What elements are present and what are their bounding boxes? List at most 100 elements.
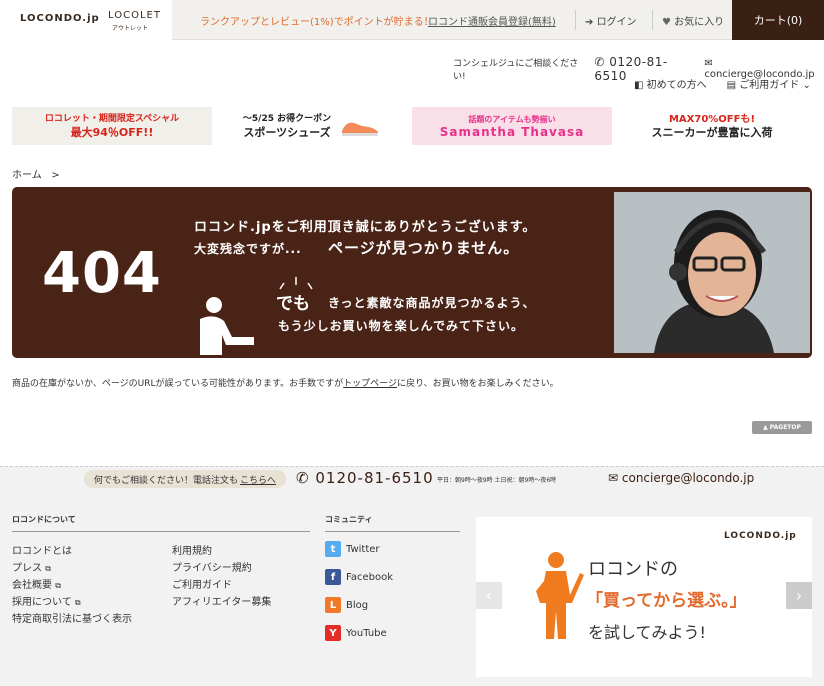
community-blog[interactable]: L Blog (325, 597, 368, 613)
banner-sports-shoes[interactable]: 〜5/25 お得クーポン スポーツシューズ (212, 107, 412, 145)
carousel-logo: LOCONDO.jp (724, 531, 797, 541)
community-label: Facebook (346, 571, 393, 583)
error-code: 404 (42, 241, 162, 306)
community-twitter[interactable]: t Twitter (325, 541, 380, 557)
footer-link-careers[interactable]: 採用について ⧉ (12, 593, 81, 608)
carousel-line-3: を試してみよう! (588, 623, 706, 642)
favorites-label: お気に入り (674, 17, 725, 28)
cart-button[interactable]: カート(0) (732, 0, 824, 40)
guide-links: ◧ 初めての方へ ▤ ご利用ガイド ⌄ (634, 76, 811, 91)
footer-mail[interactable]: ✉ concierge@locondo.jp (608, 471, 754, 485)
user-guide-label: ご利用ガイド (739, 80, 800, 91)
not-found-message: 商品の在庫がないか、ページのURLが誤っている可能性があります。お手数ですがトッ… (12, 376, 559, 389)
heart-icon: ♥ (662, 17, 675, 28)
person-at-desk-icon (200, 297, 254, 355)
chevron-right-icon: › (795, 586, 803, 605)
footer-link-press[interactable]: プレス ⧉ (12, 559, 51, 574)
footer-link-label: プレス (12, 563, 42, 574)
first-time-link[interactable]: ◧ 初めての方へ (634, 76, 707, 91)
carousel-line-1: ロコンドの (588, 559, 678, 580)
community-label: Blog (346, 599, 369, 611)
footer-link-label: 会社概要 (12, 580, 52, 591)
error-demo: でも (276, 294, 310, 314)
top-page-link[interactable]: トップページ (343, 379, 397, 389)
footer-call-text: 何でもご相談ください！電話注文も (94, 475, 239, 486)
error-line-2b: ページが見つかりません。 (328, 239, 520, 257)
locolet-logo[interactable]: LOCOLET (108, 10, 161, 21)
banner-sneakers[interactable]: MAX70%OFFも! スニーカーが豊富に入荷 (612, 107, 812, 145)
community-label: YouTube (346, 627, 387, 639)
footer-call-banner: 何でもご相談ください！電話注文も こちらへ (84, 470, 287, 488)
footer-link-privacy[interactable]: プライバシー規約 (172, 559, 252, 574)
carousel-line-2: 「買ってから選ぶ。」 (586, 591, 747, 611)
favorites-link[interactable]: ♥ お気に入り (662, 13, 724, 28)
footer-link-about[interactable]: ロコンドとは (12, 542, 72, 557)
mail-icon: ✉ (608, 471, 619, 485)
divider (652, 10, 653, 30)
top-bar: LOCONDO.jp LOCOLET アウトレット ランクアップとレビュー(1%… (0, 0, 824, 40)
banner-line: ロコレット・期間限定スペシャル (44, 114, 180, 124)
breadcrumb-separator: > (51, 170, 60, 181)
person-figure-icon (536, 552, 584, 639)
banner-samantha-thavasa[interactable]: 話題のアイテムも勢揃い Samantha Thavasa (412, 107, 612, 145)
concierge-label: コンシェルジュにご相談ください! (453, 59, 579, 82)
error-line-2a: 大変残念ですが... (194, 242, 302, 256)
external-link-icon: ⧉ (74, 598, 81, 607)
footer-phone-text: 0120-81-6510 (315, 469, 434, 487)
message-text: 商品の在庫がないか、ページのURLが誤っている可能性があります。お手数ですが (12, 379, 344, 389)
phone-order-link[interactable]: こちらへ (240, 473, 276, 486)
operator-illustration (614, 192, 810, 353)
user-guide-link[interactable]: ▤ ご利用ガイド ⌄ (727, 76, 811, 91)
facebook-icon: f (325, 569, 341, 585)
footer-phone[interactable]: ✆ 0120-81-6510 (296, 469, 434, 487)
footer-link-affiliate[interactable]: アフィリエイター募集 (172, 593, 271, 608)
breadcrumb: ホーム > (12, 166, 60, 181)
error-line-1: ロコンド.jpをご利用頂き誠にありがとうございます。 (194, 220, 537, 235)
pagetop-button[interactable]: ▲ PAGETOP (752, 421, 812, 434)
message-text: に戻り、お買い物をお楽しみください。 (396, 379, 559, 389)
banner-locolet-special[interactable]: ロコレット・期間限定スペシャル 最大94％OFF!! (12, 107, 212, 145)
external-link-icon: ⧉ (45, 564, 51, 573)
chevron-left-icon: ‹ (485, 586, 493, 605)
logo-area[interactable]: LOCONDO.jp LOCOLET アウトレット (0, 0, 172, 40)
carousel-next-button[interactable]: › (786, 582, 812, 609)
banner-line: 〜5/25 お得クーポン (242, 114, 332, 124)
blog-icon: L (325, 597, 341, 613)
community-youtube[interactable]: Y YouTube (325, 625, 387, 641)
login-arrow-icon: ➔ (585, 17, 597, 28)
footer-link-terms[interactable]: 利用規約 (172, 542, 212, 557)
footer-link-label: 採用について (12, 597, 72, 608)
banner-line: 最大94％OFF!! (70, 126, 154, 139)
error-404-panel: 404 ロコンド.jpをご利用頂き誠にありがとうございます。 大変残念ですが..… (12, 187, 812, 358)
first-time-label: 初めての方へ (646, 80, 707, 91)
locolet-logo-sub: アウトレット (112, 25, 149, 32)
login-label: ログイン (596, 17, 637, 28)
breadcrumb-home[interactable]: ホーム (12, 170, 42, 181)
doc-icon: ▤ (726, 80, 740, 91)
error-line-3: きっと素敵な商品が見つかるよう、 (328, 296, 536, 310)
footer-link-guide[interactable]: ご利用ガイド (172, 576, 232, 591)
banner-line: Samantha Thavasa (439, 125, 585, 139)
banner-line: スニーカーが豊富に入荷 (651, 126, 773, 139)
community-heading: コミュニティ (325, 514, 460, 532)
points-promo-link[interactable]: ランクアップとレビュー(1%)でポイントが貯まる！ (200, 13, 434, 28)
footer-link-legal[interactable]: 特定商取引法に基づく表示 (12, 610, 132, 625)
banner-line: スポーツシューズ (243, 126, 331, 139)
shoe-icon (342, 122, 378, 136)
carousel-prev-button[interactable]: ‹ (476, 582, 502, 609)
footer-link-company[interactable]: 会社概要 ⧉ (12, 576, 61, 591)
divider (575, 10, 576, 30)
external-link-icon: ⧉ (55, 581, 61, 590)
login-link[interactable]: ➔ ログイン (585, 13, 637, 28)
locondo-logo[interactable]: LOCONDO.jp (20, 13, 100, 24)
community-label: Twitter (346, 543, 380, 555)
footer-mail-text: concierge@locondo.jp (621, 471, 755, 485)
book-icon: ◧ (634, 80, 647, 91)
error-line-4: もう少しお買い物を楽しんでみて下さい。 (278, 319, 525, 333)
register-link[interactable]: ロコンド通販会員登録(無料) (428, 13, 556, 28)
about-heading: ロコンドについて (12, 514, 310, 532)
twitter-icon: t (325, 541, 341, 557)
community-facebook[interactable]: f Facebook (325, 569, 393, 585)
phone-icon: ✆ (594, 55, 605, 69)
youtube-icon: Y (325, 625, 341, 641)
